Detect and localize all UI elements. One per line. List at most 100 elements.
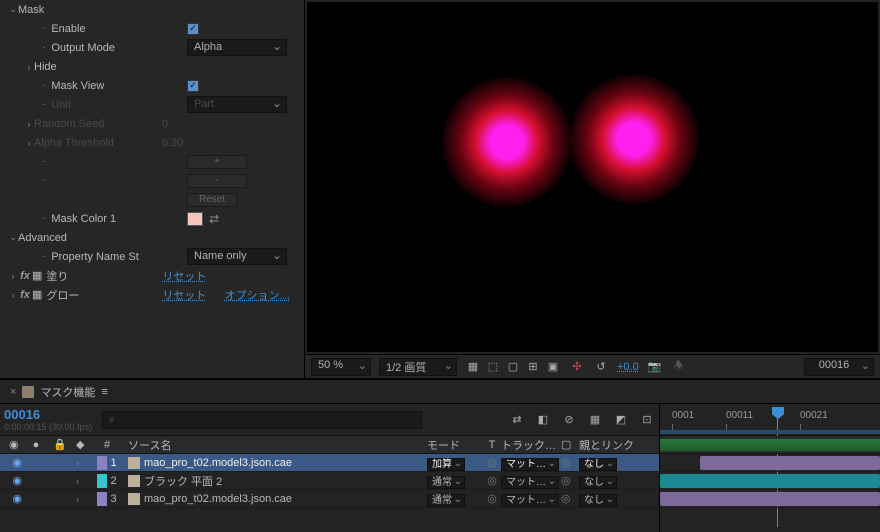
layer-index: 1: [110, 457, 116, 469]
mode-dropdown[interactable]: 通常: [427, 494, 465, 507]
layer-label-chip[interactable]: [97, 492, 107, 506]
pickwhip-icon[interactable]: ◎: [561, 457, 571, 469]
prop-hide[interactable]: › Hide: [0, 57, 304, 76]
alpha-threshold-label: Alpha Threshold: [34, 137, 114, 149]
layer-row[interactable]: ◉›1mao_pro_t02.model3.json.cae加算◎マット…◎なし: [0, 454, 659, 472]
shy-toggle-icon[interactable]: ⇄: [509, 412, 525, 428]
mask-color-swatch[interactable]: [187, 212, 203, 226]
region-icon[interactable]: ▢: [505, 359, 521, 375]
timeline-tab[interactable]: × マスク機能 ≡: [2, 380, 116, 403]
prop-name-dropdown[interactable]: Name only: [187, 248, 287, 265]
effect-glow[interactable]: › fx ▦ グロー リセット オプション…: [0, 285, 304, 304]
chevron-right-icon[interactable]: ›: [8, 290, 18, 300]
track-matte-dropdown[interactable]: マット…: [501, 458, 559, 471]
chevron-right-icon[interactable]: ›: [76, 476, 79, 486]
safe-zone-icon[interactable]: ▣: [545, 359, 561, 375]
layer-label-chip[interactable]: [97, 474, 107, 488]
chevron-right-icon[interactable]: ›: [8, 271, 18, 281]
eye-icon[interactable]: ◉: [12, 492, 22, 505]
layer-bar[interactable]: [660, 474, 880, 488]
work-area-bar[interactable]: [660, 430, 880, 434]
layer-row[interactable]: ◉›2ブラック 平面 2通常◎マット…◎なし: [0, 472, 659, 490]
chevron-down-icon[interactable]: ⌄: [8, 4, 18, 15]
chevron-down-icon[interactable]: ⌄: [8, 232, 18, 243]
panel-menu-icon[interactable]: ≡: [101, 386, 107, 398]
eye-icon[interactable]: ◉: [12, 456, 22, 469]
timecode-display[interactable]: 00016: [4, 407, 92, 422]
glow-options-link[interactable]: オプション…: [225, 287, 291, 303]
col-source[interactable]: ソース名: [124, 437, 427, 453]
playhead-icon[interactable]: [772, 407, 784, 419]
enable-label: Enable: [51, 23, 85, 35]
exposure-value[interactable]: +0.0: [617, 361, 639, 373]
group-advanced[interactable]: ⌄ Advanced: [0, 228, 304, 247]
mask-toggle-icon[interactable]: ⬚: [485, 359, 501, 375]
parent-dropdown[interactable]: なし: [579, 476, 617, 489]
mode-dropdown[interactable]: 通常: [427, 476, 465, 489]
frame-display[interactable]: 00016: [804, 358, 874, 376]
output-mode-dropdown[interactable]: Alpha: [187, 39, 287, 56]
gear-icon[interactable]: ▦: [32, 269, 42, 282]
motion-blur-icon[interactable]: ⊘: [561, 412, 577, 428]
shy-col-icon[interactable]: ▢: [561, 438, 579, 451]
enable-checkbox[interactable]: ✓: [187, 23, 199, 35]
track-row[interactable]: [660, 490, 880, 508]
layer-bar[interactable]: [660, 492, 880, 506]
tick-label: 0001: [672, 410, 694, 421]
pickwhip-icon[interactable]: ◎: [561, 475, 571, 487]
solo-header-icon[interactable]: ●: [33, 439, 40, 451]
layer-name: mao_pro_t02.model3.json.cae: [144, 493, 292, 505]
transparency-grid-icon[interactable]: ▦: [465, 359, 481, 375]
eyedropper-icon[interactable]: ⇄: [209, 212, 219, 226]
chevron-right-icon[interactable]: ›: [76, 494, 79, 504]
track-matte-dropdown[interactable]: マット…: [501, 476, 559, 489]
layer-row[interactable]: ◉›3mao_pro_t02.model3.json.cae通常◎マット…◎なし: [0, 490, 659, 508]
chevron-right-icon[interactable]: ›: [76, 458, 79, 468]
dot-icon: ·: [42, 251, 45, 262]
close-icon[interactable]: ×: [10, 386, 16, 398]
group-mask[interactable]: ⌄ Mask: [0, 0, 304, 19]
graph-icon[interactable]: ◧: [535, 412, 551, 428]
track-matte-dropdown[interactable]: マット…: [501, 494, 559, 507]
eye-icon[interactable]: ◉: [12, 474, 22, 487]
color-mgmt-icon[interactable]: ✣: [569, 359, 585, 375]
layer-bar[interactable]: [700, 456, 880, 470]
draft3d-icon[interactable]: ◩: [613, 412, 629, 428]
layer-search-input[interactable]: ⌕: [102, 411, 422, 429]
minus-button: -: [187, 174, 247, 188]
track-row[interactable]: [660, 454, 880, 472]
time-ruler[interactable]: 0001 00011 00021: [660, 404, 880, 436]
reset-exposure-icon[interactable]: ↺: [593, 359, 609, 375]
timeline-tabs: × マスク機能 ≡: [0, 380, 880, 404]
preserve-transparency-icon[interactable]: ◎: [487, 493, 497, 505]
mask-view-checkbox[interactable]: ✓: [187, 80, 199, 92]
tick-label: 00011: [726, 410, 753, 421]
guide-icon[interactable]: ⊞: [525, 359, 541, 375]
frame-blend-icon[interactable]: ▦: [587, 412, 603, 428]
eye-header-icon[interactable]: ◉: [9, 438, 19, 451]
random-seed-value: 0: [162, 118, 168, 130]
lock-header-icon[interactable]: 🔒: [53, 438, 67, 451]
switches-icon[interactable]: ⊡: [639, 412, 655, 428]
pickwhip-icon[interactable]: ◎: [561, 493, 571, 505]
preserve-transparency-icon[interactable]: ◎: [487, 457, 497, 469]
effect-fill[interactable]: › fx ▦ 塗り リセット: [0, 266, 304, 285]
chevron-right-icon[interactable]: ›: [24, 62, 34, 72]
mode-dropdown[interactable]: 加算: [427, 458, 465, 471]
layer-label-chip[interactable]: [97, 456, 107, 470]
resolution-dropdown[interactable]: 1/2 画質: [379, 358, 457, 376]
label-header-icon[interactable]: ◆: [76, 438, 90, 451]
glow-reset-link[interactable]: リセット: [162, 287, 206, 303]
zoom-dropdown[interactable]: 50 %: [311, 358, 371, 376]
viewport[interactable]: [307, 2, 878, 352]
track-row[interactable]: [660, 472, 880, 490]
fx-icon: fx: [18, 270, 32, 282]
mask-view-label: Mask View: [51, 80, 104, 92]
fill-reset-link[interactable]: リセット: [162, 268, 206, 284]
reset-row: Reset: [0, 190, 304, 209]
parent-dropdown[interactable]: なし: [579, 494, 617, 507]
camera-icon[interactable]: 📷: [647, 359, 663, 375]
preserve-transparency-icon[interactable]: ◎: [487, 475, 497, 487]
parent-dropdown[interactable]: なし: [579, 458, 617, 471]
gear-icon[interactable]: ▦: [32, 288, 42, 301]
